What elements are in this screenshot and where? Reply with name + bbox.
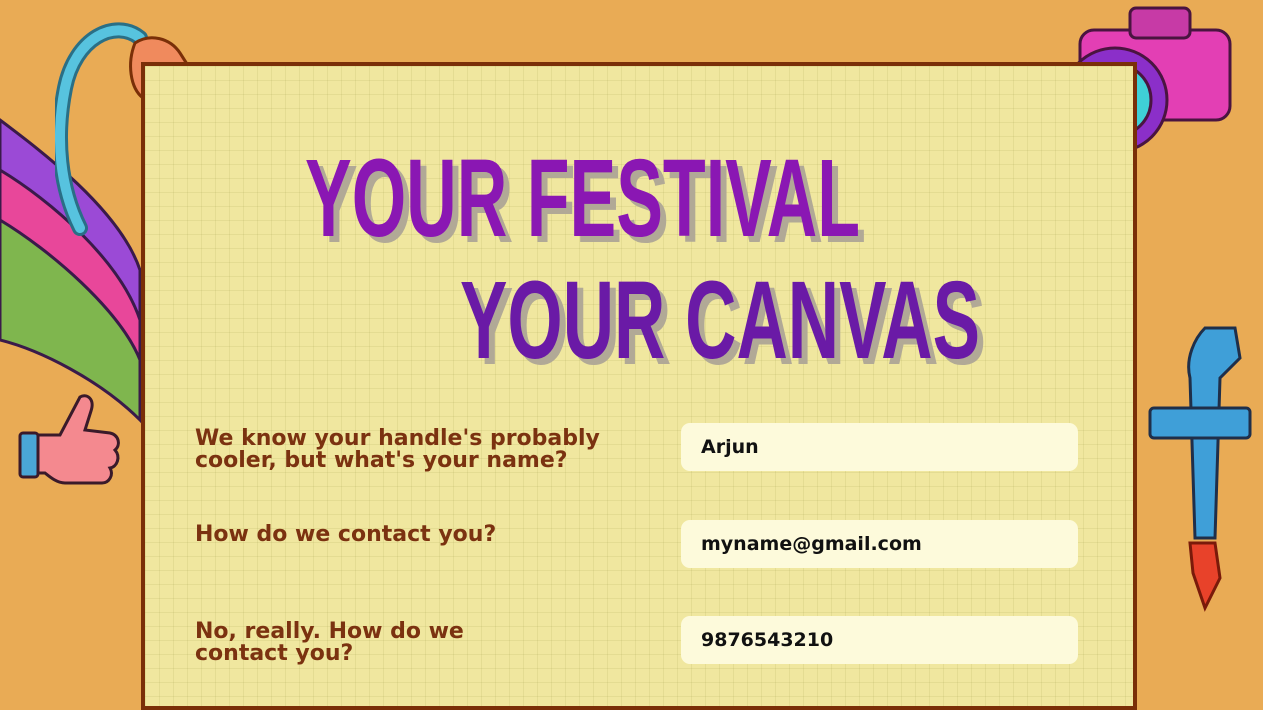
title-line-1: YOUR FESTIVAL: [305, 137, 860, 260]
name-label: We know your handle's probably cooler, b…: [195, 426, 600, 473]
name-field[interactable]: [681, 423, 1078, 471]
title-line-2: YOUR CANVAS: [460, 259, 980, 382]
thumbs-up-icon: [18, 394, 120, 485]
email-field[interactable]: [681, 520, 1078, 568]
signup-card: YOUR FESTIVAL YOUR FESTIVAL YOUR CANVAS …: [141, 62, 1137, 710]
phone-label: No, really. How do we contact you?: [195, 619, 464, 666]
email-label: How do we contact you?: [195, 522, 497, 547]
paint-tube-rocket-icon: [1148, 326, 1252, 612]
festival-title: YOUR FESTIVAL YOUR FESTIVAL YOUR CANVAS …: [305, 137, 986, 388]
phone-field[interactable]: [681, 616, 1078, 664]
